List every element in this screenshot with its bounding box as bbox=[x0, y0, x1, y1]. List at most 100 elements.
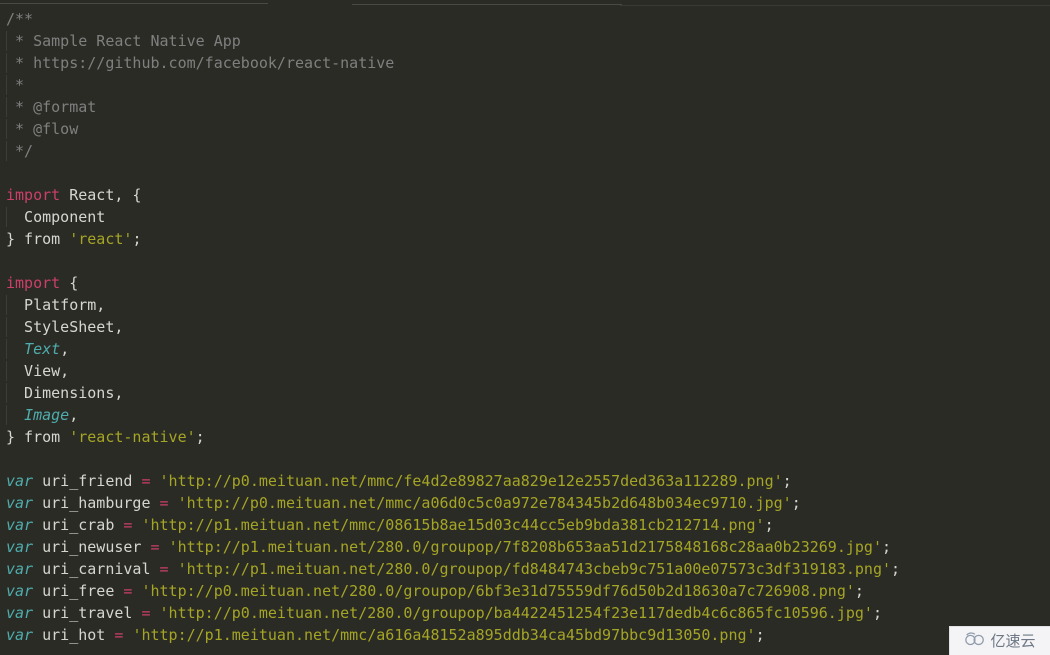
token-cmt: /** bbox=[6, 10, 34, 28]
code-line[interactable]: View, bbox=[0, 360, 1050, 382]
token-cmt: * @flow bbox=[6, 120, 79, 138]
token-var: var bbox=[6, 494, 34, 512]
cloud-icon bbox=[964, 630, 986, 652]
token-str: 'http://p1.meituan.net/mmc/a616a48152a89… bbox=[132, 626, 756, 644]
code-line[interactable]: StyleSheet, bbox=[0, 316, 1050, 338]
token-plain: } from bbox=[6, 428, 70, 446]
code-line[interactable]: var uri_carnival = 'http://p1.meituan.ne… bbox=[0, 558, 1050, 580]
token-plain: uri_hamburge bbox=[33, 494, 160, 512]
token-plain: , bbox=[60, 340, 70, 358]
tab-edge-fragment[interactable] bbox=[620, 5, 1050, 6]
token-ital: Text bbox=[24, 340, 61, 358]
token-plain: React, { bbox=[60, 186, 142, 204]
token-str: 'react' bbox=[69, 230, 133, 248]
code-line[interactable]: import React, { bbox=[0, 184, 1050, 206]
watermark-text: 亿速云 bbox=[990, 632, 1036, 650]
token-plain: ; bbox=[764, 516, 774, 534]
code-line[interactable] bbox=[0, 448, 1050, 470]
code-content-area[interactable]: /** * Sample React Native App * https://… bbox=[0, 8, 1050, 646]
token-var: var bbox=[6, 626, 34, 644]
code-line[interactable] bbox=[0, 250, 1050, 272]
token-ital: Image bbox=[24, 406, 70, 424]
token-cmt: * @format bbox=[6, 98, 97, 116]
token-plain: { bbox=[60, 274, 79, 292]
code-line[interactable] bbox=[0, 162, 1050, 184]
token-str: 'http://p1.meituan.net/280.0/groupop/7f8… bbox=[168, 538, 882, 556]
code-line[interactable]: Image, bbox=[0, 404, 1050, 426]
code-line[interactable]: var uri_free = 'http://p0.meituan.net/28… bbox=[0, 580, 1050, 602]
token-cmt: * Sample React Native App bbox=[6, 32, 241, 50]
code-line[interactable]: Dimensions, bbox=[0, 382, 1050, 404]
token-kw: import bbox=[6, 186, 61, 204]
token-str: 'http://p1.meituan.net/mmc/08615b8ae15d0… bbox=[141, 516, 765, 534]
token-plain: Dimensions, bbox=[6, 384, 124, 402]
token-plain: View, bbox=[6, 362, 70, 380]
code-line[interactable]: /** bbox=[0, 8, 1050, 30]
code-line[interactable]: Component bbox=[0, 206, 1050, 228]
code-line[interactable]: Text, bbox=[0, 338, 1050, 360]
token-var: var bbox=[6, 604, 34, 622]
token-plain: ; bbox=[195, 428, 205, 446]
token-plain: StyleSheet, bbox=[6, 318, 124, 336]
code-line[interactable]: Platform, bbox=[0, 294, 1050, 316]
token-str: 'http://p0.meituan.net/mmc/fe4d2e89827aa… bbox=[159, 472, 783, 490]
tab-edge-fragment[interactable] bbox=[0, 3, 268, 4]
editor-tabstrip[interactable] bbox=[0, 0, 1050, 8]
token-plain: ; bbox=[882, 538, 892, 556]
token-plain: ; bbox=[872, 604, 882, 622]
token-str: 'http://p1.meituan.net/280.0/groupop/fd8… bbox=[177, 560, 892, 578]
code-line[interactable]: var uri_travel = 'http://p0.meituan.net/… bbox=[0, 602, 1050, 624]
token-str: 'react-native' bbox=[69, 428, 196, 446]
watermark: 亿速云 bbox=[949, 626, 1050, 655]
token-var: var bbox=[6, 538, 34, 556]
tab-edge-fragment[interactable] bbox=[352, 4, 622, 5]
token-plain: ; bbox=[854, 582, 864, 600]
token-plain: uri_travel bbox=[33, 604, 142, 622]
code-line[interactable]: var uri_crab = 'http://p1.meituan.net/mm… bbox=[0, 514, 1050, 536]
token-kw: import bbox=[6, 274, 61, 292]
token-plain: ; bbox=[891, 560, 901, 578]
token-op: = bbox=[150, 538, 160, 556]
code-line[interactable]: var uri_hot = 'http://p1.meituan.net/mmc… bbox=[0, 624, 1050, 646]
token-plain: } from bbox=[6, 230, 70, 248]
token-str: 'http://p0.meituan.net/mmc/a06d0c5c0a972… bbox=[177, 494, 792, 512]
code-editor: /** * Sample React Native App * https://… bbox=[0, 0, 1050, 655]
code-line[interactable]: var uri_newuser = 'http://p1.meituan.net… bbox=[0, 536, 1050, 558]
token-plain: , bbox=[69, 406, 79, 424]
token-op: = bbox=[141, 472, 151, 490]
code-line[interactable]: } from 'react-native'; bbox=[0, 426, 1050, 448]
token-cmt: * https://github.com/facebook/react-nati… bbox=[6, 54, 395, 72]
token-plain: Platform, bbox=[6, 296, 106, 314]
token-var: var bbox=[6, 472, 34, 490]
code-line[interactable]: import { bbox=[0, 272, 1050, 294]
token-plain: ; bbox=[755, 626, 765, 644]
code-line[interactable]: } from 'react'; bbox=[0, 228, 1050, 250]
token-op: = bbox=[159, 560, 169, 578]
code-line[interactable]: var uri_friend = 'http://p0.meituan.net/… bbox=[0, 470, 1050, 492]
token-plain: uri_newuser bbox=[33, 538, 151, 556]
token-plain: uri_hot bbox=[33, 626, 115, 644]
code-line[interactable]: */ bbox=[0, 140, 1050, 162]
code-line[interactable]: * @format bbox=[0, 96, 1050, 118]
token-var: var bbox=[6, 516, 34, 534]
token-cmt: * bbox=[6, 76, 25, 94]
token-var: var bbox=[6, 560, 34, 578]
token-op: = bbox=[159, 494, 169, 512]
code-line[interactable]: * bbox=[0, 74, 1050, 96]
code-line[interactable]: var uri_hamburge = 'http://p0.meituan.ne… bbox=[0, 492, 1050, 514]
token-op: = bbox=[141, 604, 151, 622]
code-line[interactable]: * @flow bbox=[0, 118, 1050, 140]
token-plain: uri_crab bbox=[33, 516, 124, 534]
token-plain: ; bbox=[791, 494, 801, 512]
token-plain: uri_carnival bbox=[33, 560, 160, 578]
token-plain: uri_free bbox=[33, 582, 124, 600]
code-line[interactable]: * https://github.com/facebook/react-nati… bbox=[0, 52, 1050, 74]
token-str: 'http://p0.meituan.net/280.0/groupop/6bf… bbox=[141, 582, 855, 600]
code-line[interactable]: * Sample React Native App bbox=[0, 30, 1050, 52]
